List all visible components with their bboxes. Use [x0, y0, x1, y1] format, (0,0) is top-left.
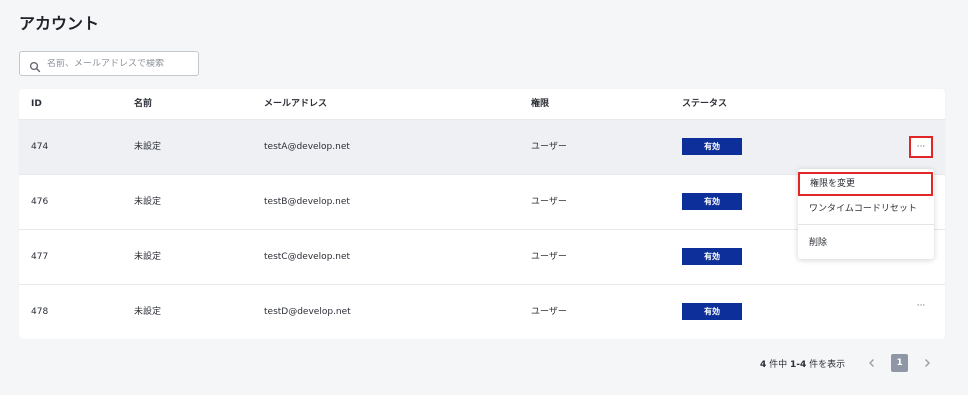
menu-item-reset-onetime-code[interactable]: ワンタイムコードリセット: [798, 199, 934, 219]
row-status: 有効: [682, 175, 742, 230]
column-header-email[interactable]: メールアドレス: [264, 89, 327, 119]
table-row[interactable]: 474 未設定 testA@develop.net ユーザー 有効 ···: [19, 119, 945, 174]
row-more-button[interactable]: ···: [909, 136, 933, 158]
row-status: 有効: [682, 120, 742, 175]
menu-divider: [798, 224, 934, 225]
row-id: 474: [31, 142, 49, 152]
row-role: ユーザー: [531, 197, 567, 207]
pagination-summary: 4 件中 1-4 件を表示: [760, 357, 845, 370]
chevron-right-icon[interactable]: [918, 354, 936, 372]
row-email: testD@develop.net: [264, 307, 351, 317]
menu-item-change-role[interactable]: 権限を変更: [798, 172, 933, 196]
status-badge: 有効: [682, 138, 742, 155]
row-name: 未設定: [134, 197, 162, 207]
row-more-button[interactable]: ···: [909, 295, 933, 317]
column-header-role[interactable]: 権限: [531, 89, 549, 119]
row-id: 476: [31, 197, 49, 207]
search-icon: [29, 58, 41, 72]
status-badge: 有効: [682, 193, 742, 210]
row-role: ユーザー: [531, 307, 567, 317]
row-role: ユーザー: [531, 142, 567, 152]
status-badge: 有効: [682, 303, 742, 320]
search-field[interactable]: [19, 51, 199, 76]
pagination: 4 件中 1-4 件を表示 1: [760, 352, 936, 374]
row-name: 未設定: [134, 142, 162, 152]
search-input[interactable]: [47, 58, 197, 69]
row-name: 未設定: [134, 307, 162, 317]
row-role: ユーザー: [531, 252, 567, 262]
pagination-total-suffix: 件中: [766, 359, 790, 370]
table-row[interactable]: 478 未設定 testD@develop.net ユーザー 有効 ···: [19, 284, 945, 339]
row-name: 未設定: [134, 252, 162, 262]
row-status: 有効: [682, 230, 742, 285]
row-status: 有効: [682, 285, 742, 340]
row-email: testA@develop.net: [264, 142, 350, 152]
row-email: testC@develop.net: [264, 252, 351, 262]
row-email: testB@develop.net: [264, 197, 350, 207]
row-id: 477: [31, 252, 49, 262]
column-header-status[interactable]: ステータス: [682, 89, 727, 119]
status-badge: 有効: [682, 248, 742, 265]
pagination-range: 1-4: [790, 359, 807, 370]
page-button-current[interactable]: 1: [891, 354, 909, 372]
table-header: ID 名前 メールアドレス 権限 ステータス: [19, 89, 945, 119]
column-header-id[interactable]: ID: [31, 89, 42, 119]
column-header-name[interactable]: 名前: [134, 89, 152, 119]
chevron-left-icon[interactable]: [863, 354, 881, 372]
page-title: アカウント: [19, 14, 100, 33]
row-action-menu: 権限を変更 ワンタイムコードリセット 削除: [798, 169, 934, 259]
row-id: 478: [31, 307, 49, 317]
pagination-range-suffix: 件を表示: [806, 359, 846, 370]
menu-item-delete[interactable]: 削除: [798, 233, 934, 253]
